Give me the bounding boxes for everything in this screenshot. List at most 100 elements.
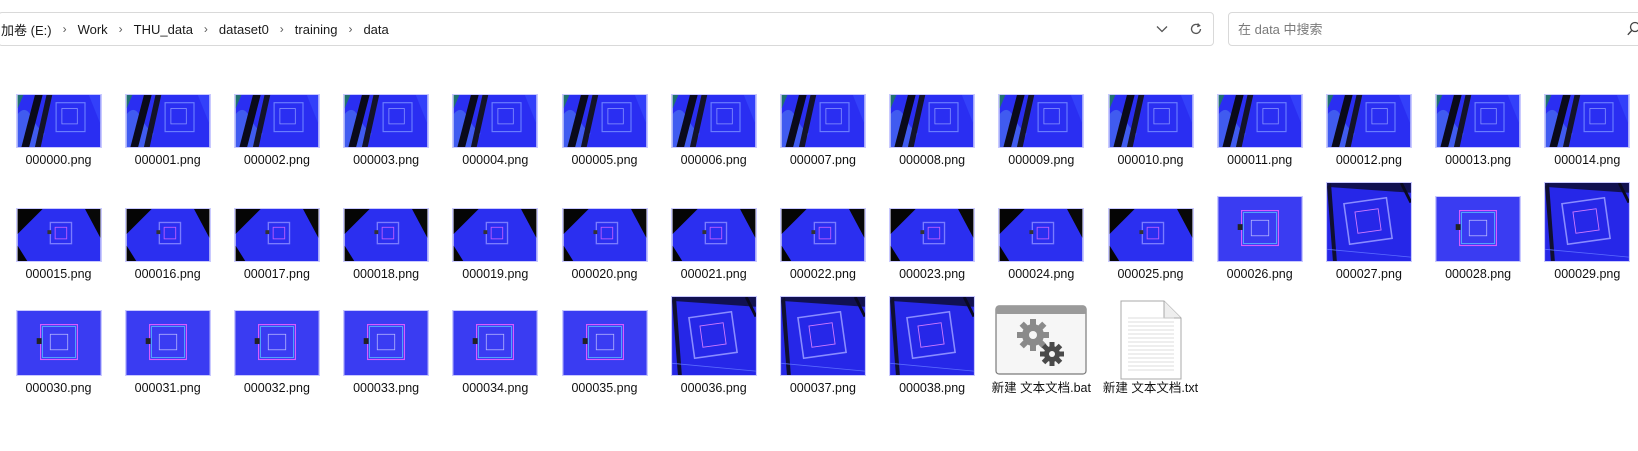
file-thumbnail xyxy=(343,208,430,262)
breadcrumb-item[interactable]: data xyxy=(354,22,397,37)
file-item[interactable]: 000016.png xyxy=(113,176,222,289)
file-item[interactable]: 000028.png xyxy=(1424,176,1533,289)
file-icon-area xyxy=(1314,176,1423,262)
file-item[interactable]: 000010.png xyxy=(1096,62,1205,175)
file-item[interactable]: 000012.png xyxy=(1314,62,1423,175)
file-item[interactable]: 000015.png xyxy=(4,176,113,289)
file-icon-area xyxy=(1205,176,1314,262)
file-item[interactable]: 000036.png xyxy=(659,290,768,403)
breadcrumb-item[interactable]: dataset0 xyxy=(210,22,278,37)
breadcrumb-item[interactable]: Work xyxy=(69,22,117,37)
file-name: 000008.png xyxy=(899,153,966,167)
file-thumbnail xyxy=(1216,196,1303,262)
file-item[interactable]: 000000.png xyxy=(4,62,113,175)
file-thumbnail xyxy=(1216,94,1303,148)
file-item[interactable]: 000025.png xyxy=(1096,176,1205,289)
file-icon-area xyxy=(4,62,113,148)
search-input[interactable] xyxy=(1238,21,1608,37)
file-icon-area xyxy=(1424,62,1533,148)
chevron-right-icon[interactable]: › xyxy=(278,22,286,36)
file-thumbnail xyxy=(561,310,648,376)
file-item[interactable]: 000018.png xyxy=(332,176,441,289)
file-thumbnail xyxy=(561,208,648,262)
file-item[interactable]: 000013.png xyxy=(1424,62,1533,175)
file-icon-area xyxy=(1533,176,1638,262)
refresh-icon xyxy=(1190,23,1202,35)
file-thumbnail xyxy=(889,296,976,376)
file-item[interactable]: 000001.png xyxy=(113,62,222,175)
file-thumbnail xyxy=(15,94,102,148)
chevron-right-icon[interactable]: › xyxy=(202,22,210,36)
file-thumbnail xyxy=(889,94,976,148)
search-box[interactable] xyxy=(1228,12,1638,46)
address-bar[interactable]: 加卷 (E:) › Work › THU_data › dataset0 › training ›… xyxy=(0,12,1214,46)
file-item[interactable]: 000033.png xyxy=(332,290,441,403)
file-item[interactable]: 000003.png xyxy=(332,62,441,175)
file-thumbnail xyxy=(1325,94,1412,148)
breadcrumb-item[interactable]: training xyxy=(286,22,347,37)
file-item[interactable]: 000005.png xyxy=(550,62,659,175)
file-item[interactable]: 000023.png xyxy=(878,176,987,289)
file-thumbnail xyxy=(889,208,976,262)
file-icon-area xyxy=(4,176,113,262)
file-grid: 000000.png 000001.png 000002.png 000003.… xyxy=(0,58,1638,451)
file-item[interactable]: 000019.png xyxy=(441,176,550,289)
text-document-icon xyxy=(1103,300,1199,380)
file-item[interactable]: 新建 文本文档.bat xyxy=(987,290,1096,403)
file-icon-area xyxy=(1096,62,1205,148)
file-thumbnail xyxy=(124,208,211,262)
chevron-right-icon[interactable]: › xyxy=(61,22,69,36)
file-item[interactable]: 000014.png xyxy=(1533,62,1638,175)
file-item[interactable]: 000007.png xyxy=(768,62,877,175)
file-name: 000034.png xyxy=(462,381,529,395)
file-item[interactable]: 000027.png xyxy=(1314,176,1423,289)
file-name: 000014.png xyxy=(1554,153,1621,167)
file-item[interactable]: 000017.png xyxy=(222,176,331,289)
file-name: 000030.png xyxy=(25,381,92,395)
file-name: 000001.png xyxy=(134,153,201,167)
file-icon-area xyxy=(878,62,987,148)
file-item[interactable]: 000024.png xyxy=(987,176,1096,289)
file-name: 000000.png xyxy=(25,153,92,167)
file-item[interactable]: 000006.png xyxy=(659,62,768,175)
file-name: 000013.png xyxy=(1445,153,1512,167)
file-icon-area xyxy=(222,176,331,262)
file-item[interactable]: 新建 文本文档.txt xyxy=(1096,290,1205,403)
file-item[interactable]: 000008.png xyxy=(878,62,987,175)
file-icon-area xyxy=(1096,176,1205,262)
file-thumbnail xyxy=(1544,94,1631,148)
file-item[interactable]: 000032.png xyxy=(222,290,331,403)
chevron-right-icon[interactable]: › xyxy=(346,22,354,36)
file-item[interactable]: 000009.png xyxy=(987,62,1096,175)
file-thumbnail xyxy=(452,208,539,262)
file-item[interactable]: 000029.png xyxy=(1533,176,1638,289)
file-name: 新建 文本文档.bat xyxy=(991,381,1091,395)
file-item[interactable]: 000035.png xyxy=(550,290,659,403)
chevron-right-icon[interactable]: › xyxy=(117,22,125,36)
file-item[interactable]: 000031.png xyxy=(113,290,222,403)
file-icon-area xyxy=(222,62,331,148)
file-item[interactable]: 000021.png xyxy=(659,176,768,289)
file-icon-area xyxy=(768,176,877,262)
file-name: 000005.png xyxy=(571,153,638,167)
file-name: 000022.png xyxy=(789,267,856,281)
file-item[interactable]: 000034.png xyxy=(441,290,550,403)
file-item[interactable]: 000022.png xyxy=(768,176,877,289)
file-name: 000023.png xyxy=(899,267,966,281)
file-item[interactable]: 000020.png xyxy=(550,176,659,289)
search-icon[interactable] xyxy=(1627,21,1638,37)
file-icon-area xyxy=(1533,62,1638,148)
address-history-dropdown[interactable] xyxy=(1145,13,1179,45)
file-item[interactable]: 000030.png xyxy=(4,290,113,403)
breadcrumb-item[interactable]: 加卷 (E:) xyxy=(0,20,61,39)
refresh-button[interactable] xyxy=(1179,13,1213,45)
file-item[interactable]: 000026.png xyxy=(1205,176,1314,289)
file-item[interactable]: 000038.png xyxy=(878,290,987,403)
breadcrumb-item[interactable]: THU_data xyxy=(125,22,202,37)
file-icon-area xyxy=(4,290,113,376)
file-item[interactable]: 000002.png xyxy=(222,62,331,175)
file-item[interactable]: 000004.png xyxy=(441,62,550,175)
breadcrumb: 加卷 (E:) › Work › THU_data › dataset0 › training ›… xyxy=(0,13,1145,45)
file-item[interactable]: 000011.png xyxy=(1205,62,1314,175)
file-item[interactable]: 000037.png xyxy=(768,290,877,403)
